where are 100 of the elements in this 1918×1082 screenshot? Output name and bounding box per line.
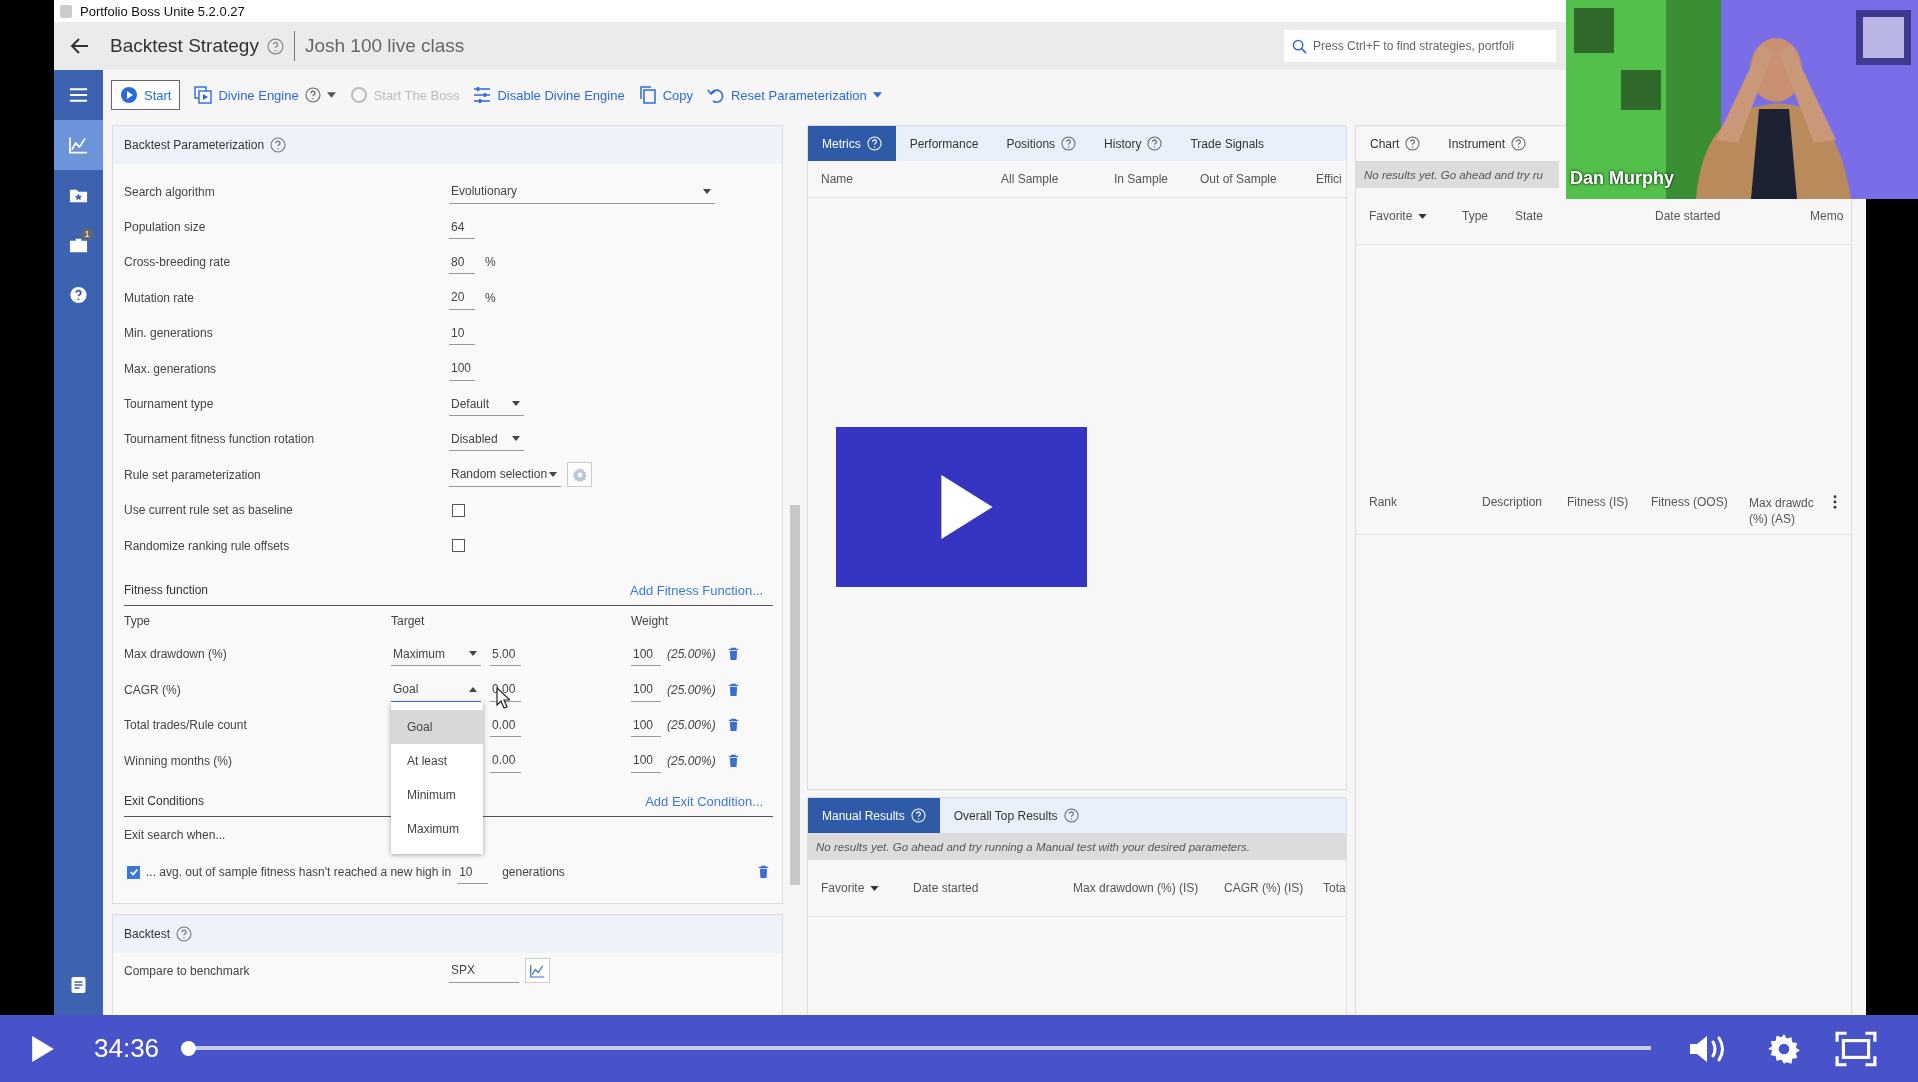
section-title: Fitness function bbox=[124, 583, 209, 598]
help-icon bbox=[69, 286, 88, 304]
weight-field[interactable]: 100 bbox=[631, 748, 661, 773]
tab[interactable]: Positions bbox=[992, 126, 1091, 161]
more-icon[interactable] bbox=[1833, 495, 1837, 509]
section-title: Backtest Parameterization bbox=[124, 138, 265, 152]
fitness-type: CAGR (%) bbox=[124, 682, 182, 697]
help-icon[interactable] bbox=[304, 87, 321, 103]
add-exit-link[interactable]: Add Exit Condition... bbox=[645, 793, 763, 809]
column-header: Type bbox=[124, 614, 151, 629]
document-icon bbox=[69, 976, 88, 994]
column-header: Weight bbox=[631, 614, 669, 629]
toolbar-button[interactable]: Divine Engine bbox=[194, 86, 336, 104]
trash-icon[interactable] bbox=[727, 682, 739, 697]
dropdown-field[interactable]: Evolutionary bbox=[449, 179, 715, 204]
column-header: Target bbox=[391, 614, 426, 629]
field-label: Search algorithm bbox=[124, 184, 216, 199]
caret-icon bbox=[703, 188, 711, 194]
fullscreen-icon[interactable] bbox=[1835, 1030, 1878, 1067]
unit-label: % bbox=[485, 255, 496, 270]
tab[interactable]: Metrics bbox=[808, 126, 896, 161]
nav-item[interactable]: 1 bbox=[54, 220, 103, 270]
checkbox[interactable] bbox=[452, 503, 465, 517]
back-icon[interactable] bbox=[70, 36, 90, 56]
settings-icon[interactable] bbox=[1768, 1032, 1801, 1065]
help-icon[interactable] bbox=[1147, 136, 1163, 151]
column-header: Type bbox=[1462, 209, 1489, 223]
tab[interactable]: Overall Top Results bbox=[939, 798, 1093, 833]
help-icon[interactable] bbox=[1061, 136, 1077, 151]
toolbar-button[interactable]: Reset Parameterization bbox=[707, 86, 882, 104]
help-icon[interactable] bbox=[1511, 136, 1527, 151]
target-dropdown[interactable]: Goal bbox=[391, 677, 481, 702]
number-field[interactable]: 64 bbox=[449, 215, 475, 240]
weight-share: (25.00%) bbox=[667, 682, 716, 697]
empty-message: No results yet. Go ahead and try ru bbox=[1356, 161, 1559, 188]
target-dropdown[interactable]: Maximum bbox=[391, 642, 481, 667]
search-icon bbox=[1292, 39, 1307, 54]
trash-icon[interactable] bbox=[727, 647, 739, 662]
help-icon[interactable] bbox=[270, 137, 287, 153]
weight-field[interactable]: 100 bbox=[631, 713, 661, 738]
chart-button[interactable] bbox=[525, 958, 550, 984]
field-label: Randomize ranking rule offsets bbox=[124, 538, 291, 553]
fitness-type: Total trades/Rule count bbox=[124, 718, 248, 733]
number-field[interactable]: 20 bbox=[449, 285, 475, 310]
progress-handle[interactable] bbox=[181, 1041, 197, 1056]
dropdown-field[interactable]: Disabled bbox=[449, 427, 524, 452]
tab[interactable]: Manual Results bbox=[808, 798, 940, 833]
dropdown-field[interactable]: Default bbox=[449, 392, 524, 417]
menu-option[interactable]: Minimum bbox=[391, 777, 483, 812]
tab[interactable]: Trade Signals bbox=[1176, 126, 1278, 161]
tab[interactable]: Instrument bbox=[1434, 126, 1541, 161]
strategy-name: Josh 100 live class bbox=[304, 35, 465, 57]
menu-option[interactable]: Maximum bbox=[391, 811, 483, 846]
value-field[interactable]: 0.00 bbox=[490, 748, 521, 773]
time-display: 34:36 bbox=[94, 1033, 160, 1064]
menu-option[interactable]: At least bbox=[391, 743, 483, 778]
caret-icon bbox=[549, 471, 557, 477]
checkbox[interactable] bbox=[452, 539, 465, 553]
column-header: Name bbox=[821, 172, 854, 186]
value-field[interactable]: 0.00 bbox=[490, 713, 521, 738]
tab[interactable]: Chart bbox=[1356, 126, 1435, 161]
search-field[interactable]: Press Ctrl+F to find strategies, portfoli bbox=[1284, 30, 1556, 62]
trash-icon[interactable] bbox=[758, 865, 769, 880]
menu-option[interactable]: Goal bbox=[391, 709, 483, 744]
play-button[interactable] bbox=[836, 427, 1087, 587]
start-button[interactable]: Start bbox=[111, 80, 181, 110]
number-field[interactable]: 10 bbox=[449, 321, 475, 346]
add-fitness-link[interactable]: Add Fitness Function... bbox=[630, 582, 763, 598]
column-header: Favorite bbox=[821, 881, 913, 895]
column-header: State bbox=[1515, 209, 1545, 223]
column-header: All Sample bbox=[1001, 172, 1060, 186]
help-icon[interactable] bbox=[266, 37, 284, 55]
toolbar-button[interactable]: Disable Divine Engine bbox=[473, 86, 625, 104]
unit-label: generations bbox=[502, 865, 565, 880]
dropdown-field[interactable]: Random selection bbox=[449, 462, 561, 487]
number-field[interactable]: 100 bbox=[449, 356, 475, 381]
nav-item[interactable] bbox=[54, 120, 103, 170]
trash-icon[interactable] bbox=[727, 718, 739, 733]
chart-icon bbox=[69, 136, 88, 154]
number-field[interactable]: 80 bbox=[449, 250, 475, 275]
help-icon[interactable] bbox=[1063, 808, 1079, 823]
help-icon[interactable] bbox=[176, 926, 193, 943]
scrollbar-thumb[interactable] bbox=[790, 505, 800, 885]
trash-icon[interactable] bbox=[727, 753, 739, 768]
benchmark-field[interactable]: SPX bbox=[449, 959, 519, 983]
toolbar-button[interactable]: Copy bbox=[638, 86, 693, 104]
column-header: CAGR (%) (IS) bbox=[1224, 881, 1305, 895]
tab[interactable]: History bbox=[1090, 126, 1177, 161]
number-field[interactable]: 10 bbox=[457, 860, 489, 885]
tab[interactable]: Performance bbox=[895, 126, 993, 161]
column-header: Tota bbox=[1323, 881, 1346, 895]
value-field[interactable]: 5.00 bbox=[490, 642, 521, 667]
window-title: Portfolio Boss Unite 5.2.0.27 bbox=[80, 3, 245, 19]
checkbox[interactable] bbox=[127, 865, 140, 879]
help-icon[interactable] bbox=[1405, 136, 1421, 151]
column-header: Effici bbox=[1316, 172, 1342, 186]
weight-field[interactable]: 100 bbox=[631, 642, 661, 667]
weight-field[interactable]: 100 bbox=[631, 677, 661, 702]
column-header: Max drawdc (%) (AS) bbox=[1749, 495, 1815, 527]
unit-label: % bbox=[485, 290, 496, 305]
